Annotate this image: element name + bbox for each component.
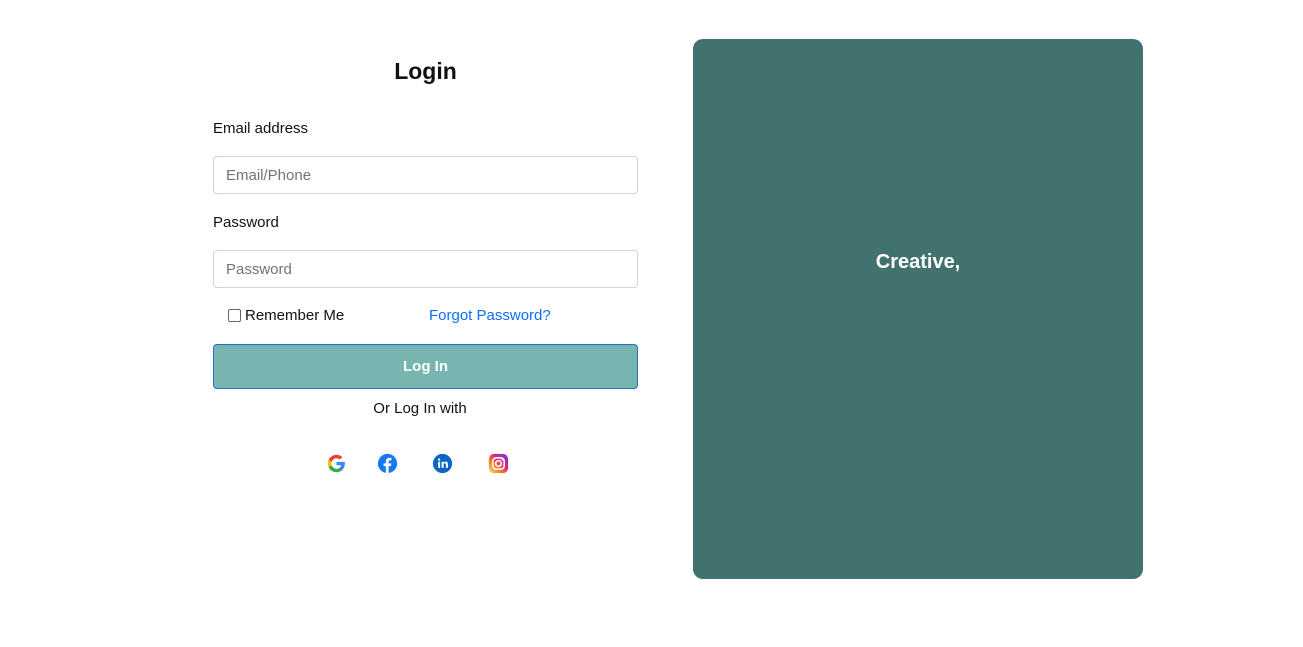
hero-panel: Creative, bbox=[693, 39, 1143, 579]
social-login-row bbox=[213, 453, 638, 475]
login-button[interactable]: Log In bbox=[213, 344, 638, 389]
forgot-password-link[interactable]: Forgot Password? bbox=[429, 307, 551, 324]
google-icon[interactable] bbox=[326, 453, 347, 474]
remember-label: Remember Me bbox=[245, 307, 345, 324]
remember-me[interactable]: Remember Me bbox=[228, 307, 344, 324]
hero-text: Creative, bbox=[875, 251, 961, 273]
email-field[interactable] bbox=[213, 156, 638, 194]
linkedin-icon[interactable] bbox=[432, 453, 453, 474]
password-label: Password bbox=[213, 214, 279, 231]
instagram-icon[interactable] bbox=[488, 453, 509, 474]
login-panel: Login Email address Password Remember Me… bbox=[213, 40, 638, 474]
remember-checkbox[interactable] bbox=[228, 309, 241, 322]
facebook-icon[interactable] bbox=[377, 453, 398, 474]
or-login-with-text: Or Log In with bbox=[373, 400, 467, 417]
email-label: Email address bbox=[213, 120, 309, 137]
password-field[interactable] bbox=[213, 250, 638, 288]
page-title: Login bbox=[394, 58, 457, 84]
